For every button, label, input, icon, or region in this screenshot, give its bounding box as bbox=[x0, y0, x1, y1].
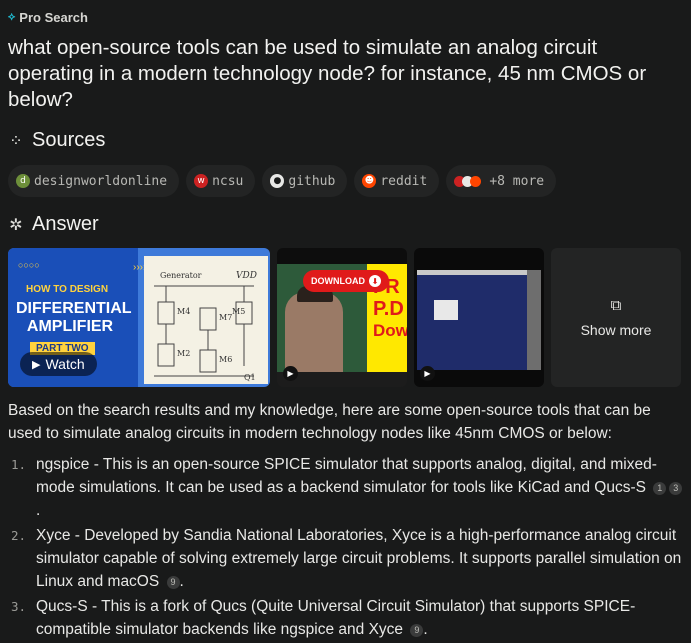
svg-text:VDD: VDD bbox=[236, 271, 257, 281]
pro-search-badge: ⟡ Pro Search bbox=[8, 10, 88, 25]
answer-list: 1. ngspice - This is an open-source SPIC… bbox=[8, 453, 684, 643]
source-chip-label: +8 more bbox=[489, 173, 545, 189]
source-chip-reddit[interactable]: ☻ reddit bbox=[354, 165, 440, 197]
play-icon[interactable]: ▶ bbox=[420, 366, 435, 381]
source-chip-ncsu[interactable]: w ncsu bbox=[186, 165, 256, 197]
images-icon: ⧉ bbox=[610, 297, 622, 314]
answer-title: Answer bbox=[32, 213, 99, 235]
svg-text:M7: M7 bbox=[219, 313, 232, 322]
desktop-screenshot bbox=[417, 270, 527, 370]
citation-badge[interactable]: 9 bbox=[410, 624, 424, 637]
sources-title: Sources bbox=[32, 129, 106, 151]
download-badge: DOWNLOAD ⬇ bbox=[303, 270, 389, 292]
show-more-media-button[interactable]: ⧉ Show more bbox=[551, 248, 681, 387]
svg-text:M6: M6 bbox=[219, 355, 232, 364]
thumbnail-banner-text: HOW TO DESIGN bbox=[26, 284, 109, 295]
source-chip-github[interactable]: ● github bbox=[262, 165, 348, 197]
thumbnail-title-line2: AMPLIFIER bbox=[26, 318, 114, 335]
query-title: what open-source tools can be used to si… bbox=[8, 36, 647, 111]
play-icon[interactable]: ▶ bbox=[283, 366, 298, 381]
reddit-icon: ☻ bbox=[362, 174, 377, 188]
watch-button[interactable]: ▶ Watch bbox=[20, 352, 97, 376]
citation-badge[interactable]: 1 bbox=[653, 482, 667, 495]
source-chip-label: designworldonline bbox=[34, 173, 168, 189]
citation-badge[interactable]: 9 bbox=[166, 576, 180, 589]
dialog-window bbox=[434, 300, 458, 320]
source-chip-label: reddit bbox=[380, 173, 428, 189]
source-chip-label: github bbox=[288, 173, 336, 189]
citation-badge[interactable]: 3 bbox=[669, 482, 683, 495]
download-arrow-icon: ⬇ bbox=[369, 275, 381, 287]
video-thumbnail-differential-amplifier[interactable]: ○○○○ ››››› HOW TO DESIGN DIFFERENTIAL AM… bbox=[8, 248, 270, 387]
more-sources-icon bbox=[454, 175, 482, 187]
source-chip-designworldonline[interactable]: d designworldonline bbox=[8, 165, 180, 197]
video-thumbnail-download-pdf[interactable]: FR P.D Downl DOWNLOAD ⬇ ▶ bbox=[277, 248, 407, 387]
show-more-label: Show more bbox=[580, 322, 652, 338]
svg-text:M4: M4 bbox=[177, 307, 190, 316]
presenter-image bbox=[285, 292, 343, 372]
answer-icon: ✲ bbox=[9, 216, 23, 234]
video-thumbnail-screen-recording[interactable]: ▶ bbox=[414, 248, 544, 387]
ncsu-wolf-icon: w bbox=[194, 174, 209, 188]
svg-text:Generator: Generator bbox=[160, 271, 202, 280]
media-row: ○○○○ ››››› HOW TO DESIGN DIFFERENTIAL AM… bbox=[8, 248, 681, 387]
list-item: 1. ngspice - This is an open-source SPIC… bbox=[8, 453, 684, 522]
answer-header: ✲ Answer bbox=[8, 213, 99, 236]
list-item: 3. Qucs-S - This is a fork of Qucs (Quit… bbox=[11, 598, 636, 638]
watch-label: Watch bbox=[45, 356, 85, 372]
list-item: 2. Xyce - Developed by Sandia National L… bbox=[11, 527, 682, 590]
source-chip-label: ncsu bbox=[212, 173, 244, 189]
answer-intro: Based on the search results and my knowl… bbox=[8, 402, 651, 442]
sources-list: d designworldonline w ncsu ● github ☻ re… bbox=[8, 165, 557, 197]
dw-icon: d bbox=[16, 174, 30, 188]
sources-header: ⁘ Sources bbox=[8, 129, 105, 152]
svg-text:M5: M5 bbox=[232, 307, 245, 316]
pro-search-label: Pro Search bbox=[19, 10, 88, 25]
svg-text:Q1: Q1 bbox=[244, 373, 256, 382]
sources-icon: ⁘ bbox=[9, 132, 23, 150]
source-chip-more[interactable]: +8 more bbox=[446, 165, 557, 197]
play-icon: ▶ bbox=[32, 358, 41, 371]
github-icon: ● bbox=[270, 174, 285, 188]
svg-text:M2: M2 bbox=[177, 349, 190, 358]
circuit-diagram-image: Generator VDD M4 M7 M5 M2 M6 Q1 bbox=[144, 256, 268, 384]
pro-search-icon: ⟡ bbox=[8, 11, 16, 23]
thumbnail-title-line1: DIFFERENTIAL bbox=[16, 300, 132, 317]
